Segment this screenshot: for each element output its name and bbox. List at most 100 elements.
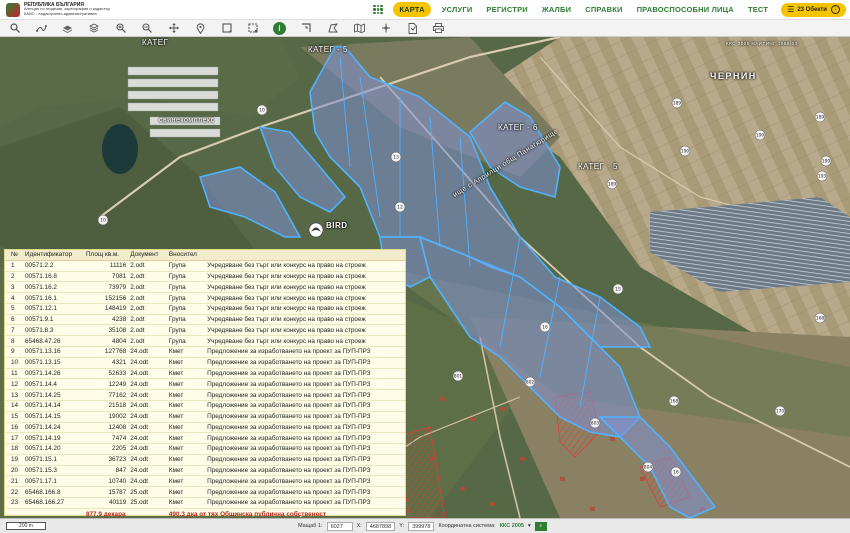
table-row[interactable]: 17 00571.14.19 7474 24.odt Кмет Предложение з…	[5, 432, 405, 445]
row-number: 20	[5, 465, 23, 477]
table-row[interactable]: 16 00571.14.24 12408 24.odt Кмет Предложение …	[5, 422, 405, 434]
row-document: 24.odt	[128, 443, 167, 455]
zoom-out-icon[interactable]	[141, 22, 154, 35]
table-row[interactable]: 4 00571.16.1 152156 2.odt Група Учредяване бе…	[5, 292, 405, 304]
table-row[interactable]: 3 00571.16.2 73979 2.odt Група Учредяване без…	[5, 281, 405, 294]
row-number: 9	[5, 346, 23, 358]
row-submitter: Група	[166, 314, 206, 326]
row-identifier: 00571.15.1	[23, 454, 84, 466]
table-row[interactable]: 1 00571.2.2 11116 2.odt Група Учредяване без …	[5, 260, 405, 272]
bird-logo-text: BIRD	[326, 221, 348, 230]
row-number: 12	[5, 378, 23, 391]
select-area-icon[interactable]	[247, 22, 260, 35]
table-row[interactable]: 2 00571.16.8 7081 2.odt Група Учредяване без …	[5, 271, 405, 283]
table-row[interactable]: 7 00571.8.3 35108 2.odt Група Учредяване без …	[5, 324, 405, 337]
search-icon[interactable]	[8, 22, 21, 35]
row-description: Предложение за изработването на проект з…	[205, 497, 405, 509]
row-number: 4	[5, 292, 23, 304]
svg-text:10: 10	[100, 218, 106, 224]
category-label-top: КАТЕГ - 5	[308, 45, 348, 54]
row-number: 22	[5, 486, 23, 498]
table-row[interactable]: 11 00571.14.26 52633 24.odt Кмет Предложение …	[5, 368, 405, 380]
nav-map[interactable]: КАРТА	[393, 2, 431, 17]
table-row[interactable]: 8 65468.47.26 4804 2.odt Група Учредяване без…	[5, 335, 405, 348]
table-row[interactable]: 10 00571.13.15 4321 24.odt Кмет Предложение з…	[5, 357, 405, 369]
row-document: 24.odt	[128, 378, 167, 391]
agency-logo[interactable]: РЕПУБЛИКА БЪЛГАРИЯ Агенция по геодезия, …	[0, 2, 240, 17]
table-row[interactable]: 19 00571.15.1 36723 24.odt Кмет Предложение з…	[5, 454, 405, 466]
nav-complaints[interactable]: ЖАЛБИ	[542, 5, 571, 14]
table-row[interactable]: 21 00571.17.1 10740 24.odt Кмет Предложение з…	[5, 475, 405, 488]
map-icon[interactable]	[353, 22, 366, 35]
row-document: 2.odt	[128, 324, 167, 337]
crs-dropdown-icon[interactable]: ▾	[528, 523, 531, 529]
table-row[interactable]: 20 00571.15.3 847 24.odt Кмет Предложение за …	[5, 465, 405, 477]
row-identifier: 00571.13.15	[23, 357, 84, 369]
route-icon[interactable]	[35, 22, 48, 35]
table-row[interactable]: 6 00571.9.1 4238 2.odt Група Учредяване без т…	[5, 314, 405, 326]
info-icon[interactable]: i	[273, 21, 286, 35]
parcels-table: № Идентификатор Площ кв.м. Документ Внос…	[5, 250, 405, 519]
table-row[interactable]: 5 00571.12.1 148419 2.odt Група Учредяване бе…	[5, 303, 405, 315]
locate-search-icon[interactable]: ⌕	[534, 521, 547, 531]
stack-icon[interactable]	[88, 22, 101, 35]
row-number: 8	[5, 335, 23, 348]
table-row[interactable]: 15 00571.14.15 19002 24.odt Кмет Предложение …	[5, 411, 405, 423]
table-row[interactable]: 13 00571.14.25 77162 24.odt Кмет Предложение …	[5, 389, 405, 401]
crs-label: Координатна система:	[438, 523, 496, 529]
row-document: 25.odt	[128, 497, 167, 509]
row-description: Учредяване без търг или конкурс на право…	[205, 292, 405, 304]
category-label-6: КАТЕГ - 6	[498, 123, 538, 132]
table-row[interactable]: 14 00571.14.14 21518 24.odt Кмет Предложение …	[5, 400, 405, 412]
nav-services[interactable]: УСЛУГИ	[442, 5, 473, 14]
polygon-icon[interactable]	[326, 22, 339, 35]
print-icon[interactable]	[432, 22, 445, 35]
table-row[interactable]: 9 00571.13.16 127768 24.odt Кмет Предложение …	[5, 346, 405, 358]
row-identifier: 00571.16.1	[23, 292, 84, 304]
row-identifier: 00571.12.1	[23, 303, 84, 315]
nav-registers[interactable]: РЕГИСТРИ	[486, 5, 527, 14]
corner-icon[interactable]	[300, 22, 313, 35]
zoom-in-icon[interactable]	[114, 22, 127, 35]
row-description: Предложение за изработването на проект з…	[205, 475, 405, 488]
pin-icon[interactable]	[194, 22, 207, 35]
row-description: Учредяване без търг или конкурс на право…	[205, 281, 405, 294]
layers-icon[interactable]	[61, 22, 74, 35]
nav-test[interactable]: ТЕСТ	[748, 5, 768, 14]
row-identifier: 00571.9.1	[23, 314, 84, 326]
row-number: 10	[5, 357, 23, 369]
row-area: 15787	[83, 486, 129, 498]
row-document: 2.odt	[128, 292, 167, 304]
col-area: Площ кв.м.	[83, 250, 129, 261]
top-bar: РЕПУБЛИКА БЪЛГАРИЯ Агенция по геодезия, …	[0, 0, 850, 20]
row-area: 36723	[83, 454, 129, 466]
coordinates-panel: Мащаб 1: 6027 X: 4687898 Y: 399978 Коорд…	[296, 521, 549, 531]
split-icon[interactable]	[379, 22, 392, 35]
scale-bar: 200 m	[6, 522, 46, 530]
select-rect-icon[interactable]	[220, 22, 233, 35]
crs-select[interactable]: ККС 2005	[500, 523, 524, 529]
row-identifier: 00571.15.3	[23, 465, 84, 477]
objects-button[interactable]: ☰ 23 Обекти ↓	[781, 2, 846, 17]
coat-of-arms-icon	[6, 2, 20, 17]
svg-text:193: 193	[818, 174, 827, 180]
pan-icon[interactable]	[167, 22, 180, 35]
table-row[interactable]: 23 65468.166.27 40119 25.odt Кмет Предложение…	[5, 497, 405, 509]
row-description: Предложение за изработването на проект з…	[205, 411, 405, 423]
table-row[interactable]: 22 65468.166.8 15787 25.odt Кмет Предложение …	[5, 486, 405, 498]
row-number: 7	[5, 324, 23, 337]
apps-grid-icon[interactable]	[373, 4, 383, 15]
row-description: Учредяване без търг или конкурс на право…	[205, 314, 405, 326]
nav-licensed-persons[interactable]: ПРАВОСПОСОБНИ ЛИЦА	[637, 5, 734, 14]
row-area: 12249	[83, 378, 129, 391]
row-document: 2.odt	[128, 271, 167, 283]
nav-reports[interactable]: СПРАВКИ	[585, 5, 622, 14]
main-nav: КАРТА УСЛУГИ РЕГИСТРИ ЖАЛБИ СПРАВКИ ПРАВ…	[373, 0, 850, 20]
table-row[interactable]: 12 00571.14.4 12249 24.odt Кмет Предложение з…	[5, 378, 405, 391]
category-label-left: КАТЕГ	[142, 38, 169, 47]
table-row[interactable]: 18 00571.14.20 2205 24.odt Кмет Предложение з…	[5, 443, 405, 455]
scale-input[interactable]: 6027	[326, 521, 353, 531]
row-document: 2.odt	[128, 260, 167, 272]
document-icon[interactable]	[406, 22, 419, 35]
row-number: 16	[5, 422, 23, 434]
